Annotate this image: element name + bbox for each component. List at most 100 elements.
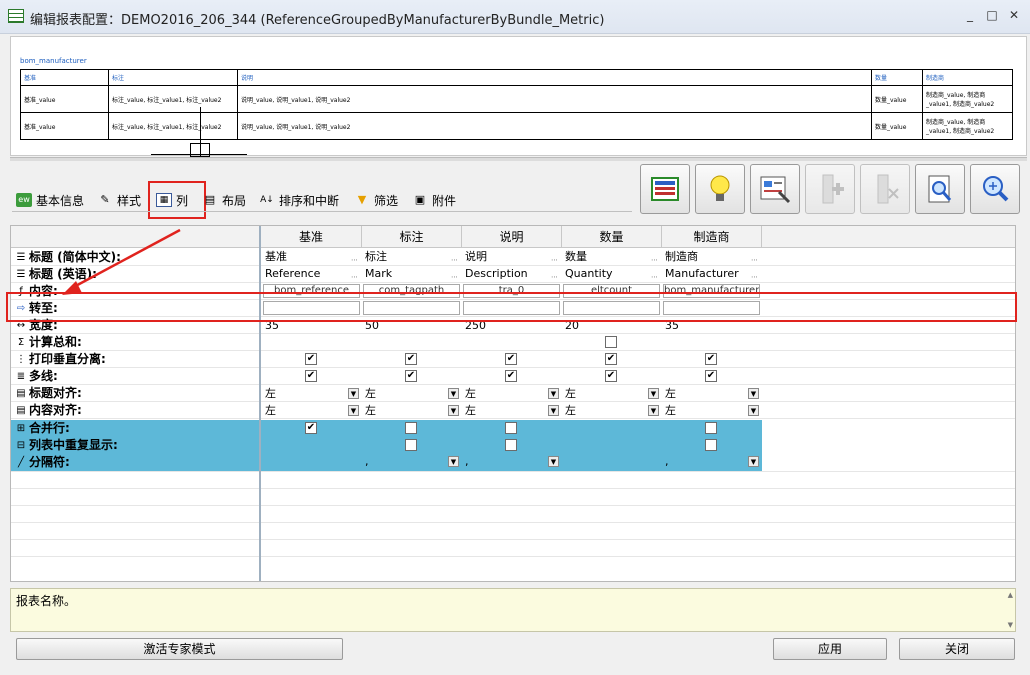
close-window-button[interactable]: ✕ bbox=[1004, 8, 1024, 26]
align-icon: ▤ bbox=[16, 405, 26, 416]
row-label-merge: ⊞ 合并行: bbox=[16, 421, 70, 435]
multiline-icon: ≣ bbox=[16, 371, 26, 382]
title-cn-field[interactable]: 数量 ⋯ bbox=[563, 249, 660, 265]
table-view-button[interactable] bbox=[640, 164, 690, 214]
preview-group-link[interactable]: bom_manufacturer bbox=[20, 57, 87, 65]
chevron-down-icon: ▼ bbox=[548, 456, 559, 467]
tab-attachments[interactable]: ▣ 附件 bbox=[412, 191, 456, 209]
merge-checkbox[interactable] bbox=[505, 422, 517, 434]
title-align-select[interactable]: 左 ▼ bbox=[663, 387, 760, 401]
activate-expert-mode-button[interactable]: 激活专家模式 bbox=[16, 638, 343, 660]
title-cn-field[interactable]: 标注 ⋯ bbox=[363, 249, 460, 265]
delete-column-button[interactable] bbox=[860, 164, 910, 214]
maximize-button[interactable]: □ bbox=[982, 8, 1002, 26]
multiline-checkbox[interactable]: ✔ bbox=[305, 370, 317, 382]
title-cn-field[interactable]: 说明 ⋯ bbox=[463, 249, 560, 265]
title-align-select[interactable]: 左 ▼ bbox=[263, 387, 360, 401]
chevron-down-icon: ▼ bbox=[548, 388, 559, 399]
minimize-button[interactable]: _ bbox=[960, 8, 980, 26]
preview-cell: 数量_value bbox=[871, 112, 923, 140]
tab-layout[interactable]: ▤ 布局 bbox=[202, 191, 246, 209]
preview-header: 说明 bbox=[237, 69, 872, 86]
tab-label: 排序和中断 bbox=[279, 193, 340, 208]
zoom-button[interactable] bbox=[970, 164, 1020, 214]
align-icon: ▤ bbox=[16, 388, 26, 399]
tab-label: 样式 bbox=[117, 193, 142, 208]
column-header[interactable]: 说明 bbox=[462, 226, 562, 248]
title-en-field[interactable]: Reference ⋯ bbox=[263, 266, 360, 282]
row-label-multiline: ≣ 多线: bbox=[16, 369, 58, 383]
title-en-field[interactable]: Mark ⋯ bbox=[363, 266, 460, 282]
preview-cell: 基准_value bbox=[20, 112, 109, 140]
content-align-select[interactable]: 左 ▼ bbox=[263, 404, 360, 418]
title-align-select[interactable]: 左 ▼ bbox=[563, 387, 660, 401]
merge-checkbox[interactable] bbox=[405, 422, 417, 434]
tab-style[interactable]: ✎ 样式 bbox=[97, 191, 141, 209]
chevron-down-icon: ▼ bbox=[348, 405, 359, 416]
preview-button[interactable] bbox=[915, 164, 965, 214]
content-align-select[interactable]: 左 ▼ bbox=[663, 404, 760, 418]
column-resize-handle[interactable] bbox=[190, 143, 210, 157]
lightbulb-icon bbox=[710, 175, 730, 201]
column-header[interactable]: 基准 bbox=[261, 226, 362, 248]
print-split-checkbox[interactable]: ✔ bbox=[405, 353, 417, 365]
print-split-checkbox[interactable]: ✔ bbox=[305, 353, 317, 365]
merge-checkbox[interactable] bbox=[705, 422, 717, 434]
report-config-icon bbox=[8, 9, 24, 23]
report-name-label: 报表名称。 bbox=[16, 594, 77, 608]
multiline-checkbox[interactable]: ✔ bbox=[405, 370, 417, 382]
print-split-checkbox[interactable]: ✔ bbox=[505, 353, 517, 365]
print-split-checkbox[interactable]: ✔ bbox=[605, 353, 617, 365]
properties-button[interactable] bbox=[750, 164, 800, 214]
repeat-icon: ⊟ bbox=[16, 440, 26, 451]
content-align-select[interactable]: 左 ▼ bbox=[563, 404, 660, 418]
separator-select[interactable]: , ▼ bbox=[363, 455, 460, 469]
title-cn-field[interactable]: 制造商 ⋯ bbox=[663, 249, 760, 265]
content-align-select[interactable]: 左 ▼ bbox=[363, 404, 460, 418]
print-split-checkbox[interactable]: ✔ bbox=[705, 353, 717, 365]
separator-select[interactable]: , ▼ bbox=[663, 455, 760, 469]
merge-icon: ⊞ bbox=[16, 423, 26, 434]
separator-select[interactable]: , ▼ bbox=[463, 455, 560, 469]
multiline-checkbox[interactable]: ✔ bbox=[605, 370, 617, 382]
tab-sort-break[interactable]: A↓ 排序和中断 bbox=[259, 191, 339, 209]
brush-icon: ✎ bbox=[100, 193, 110, 206]
title-align-select[interactable]: 左 ▼ bbox=[363, 387, 460, 401]
title-align-select[interactable]: 左 ▼ bbox=[463, 387, 560, 401]
merge-checkbox[interactable]: ✔ bbox=[305, 422, 317, 434]
preview-splitter[interactable] bbox=[10, 157, 1027, 161]
multiline-checkbox[interactable]: ✔ bbox=[505, 370, 517, 382]
tab-filter[interactable]: ▼ 筛选 bbox=[354, 191, 398, 209]
apply-button[interactable]: 应用 bbox=[773, 638, 887, 660]
row-label-repeat: ⊟ 列表中重复显示: bbox=[16, 438, 118, 452]
column-header[interactable]: 数量 bbox=[562, 226, 662, 248]
close-button[interactable]: 关闭 bbox=[899, 638, 1015, 660]
repeat-checkbox[interactable] bbox=[505, 439, 517, 451]
content-align-select[interactable]: 左 ▼ bbox=[463, 404, 560, 418]
title-en-field[interactable]: Manufacturer ⋯ bbox=[663, 266, 760, 282]
multiline-checkbox[interactable]: ✔ bbox=[705, 370, 717, 382]
title-cn-field[interactable]: 基准 ⋯ bbox=[263, 249, 360, 265]
preview-header: 数量 bbox=[871, 69, 923, 86]
title-en-field[interactable]: Description ⋯ bbox=[463, 266, 560, 282]
report-name-box[interactable]: 报表名称。 ▲ ▼ bbox=[10, 588, 1016, 632]
chevron-down-icon: ▼ bbox=[648, 388, 659, 399]
preview-header: 制造商 bbox=[922, 69, 1013, 86]
tab-basic-info[interactable]: ew 基本信息 bbox=[16, 191, 84, 209]
column-header[interactable]: 标注 bbox=[362, 226, 462, 248]
title-en-field[interactable]: Quantity ⋯ bbox=[563, 266, 660, 282]
preview-cell: 说明_value, 说明_value1, 说明_value2 bbox=[237, 112, 872, 140]
column-header[interactable]: 制造商 bbox=[662, 226, 762, 248]
repeat-checkbox[interactable] bbox=[405, 439, 417, 451]
grid-pane-divider[interactable] bbox=[259, 226, 261, 581]
sum-checkbox[interactable] bbox=[605, 336, 617, 348]
repeat-checkbox[interactable] bbox=[705, 439, 717, 451]
layout-icon: ▤ bbox=[204, 193, 216, 206]
preview-cell: 标注_value, 标注_value1, 标注_value2 bbox=[108, 112, 238, 140]
tips-button[interactable] bbox=[695, 164, 745, 214]
scroll-up-icon[interactable]: ▲ bbox=[1008, 591, 1013, 599]
chevron-down-icon: ▼ bbox=[348, 388, 359, 399]
report-preview: bom_manufacturer 基准 标注 说明 数量 制造商 基准_valu… bbox=[10, 36, 1027, 157]
scroll-down-icon[interactable]: ▼ bbox=[1008, 621, 1013, 629]
insert-column-button[interactable] bbox=[805, 164, 855, 214]
